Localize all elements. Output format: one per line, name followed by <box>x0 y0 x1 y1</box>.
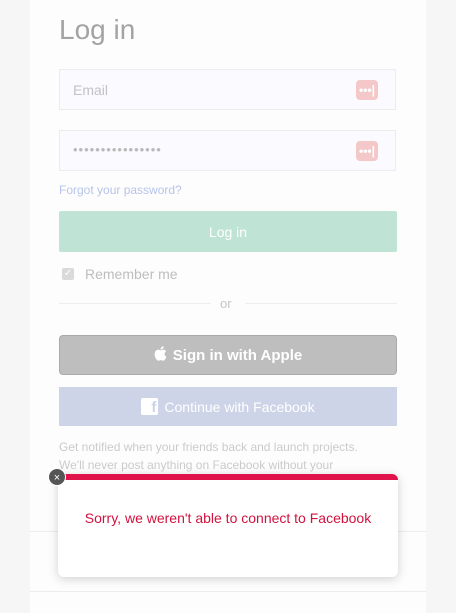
facebook-notice: Get notified when your friends back and … <box>59 438 399 474</box>
sign-in-with-apple-button[interactable]: Sign in with Apple <box>59 335 397 375</box>
page-title: Log in <box>59 14 136 45</box>
toast-message: Sorry, we weren't able to connect to Fac… <box>84 510 372 526</box>
password-manager-icon[interactable]: •••| <box>356 141 378 161</box>
password-manager-icon[interactable]: •••| <box>356 80 378 100</box>
error-toast: Sorry, we weren't able to connect to Fac… <box>58 474 398 577</box>
toast-accent-bar <box>58 474 398 480</box>
forgot-password-link[interactable]: Forgot your password? <box>59 183 182 197</box>
notice-line-1: Get notified when your friends back and … <box>59 440 358 454</box>
login-button[interactable]: Log in <box>59 211 397 252</box>
password-field[interactable]: •••••••••••••••• •••| <box>59 130 396 171</box>
remember-me-label: Remember me <box>85 266 178 282</box>
close-icon[interactable]: × <box>48 468 66 486</box>
remember-me-checkbox[interactable]: ✓ <box>62 268 74 280</box>
apple-button-label: Sign in with Apple <box>172 346 303 364</box>
notice-line-2: We'll never post anything on Facebook wi… <box>59 458 334 472</box>
card-divider-bottom <box>30 591 426 592</box>
email-field[interactable]: Email •••| <box>59 69 396 110</box>
or-divider-right <box>245 303 397 304</box>
facebook-icon: f <box>141 398 159 416</box>
or-separator: or <box>220 296 232 311</box>
facebook-button-label: Continue with Facebook <box>164 398 315 415</box>
remember-me[interactable]: ✓ Remember me <box>62 266 178 282</box>
password-mask: •••••••••••••••• <box>73 142 162 157</box>
or-divider-left <box>59 303 211 304</box>
continue-with-facebook-button[interactable]: f Continue with Facebook <box>59 387 397 426</box>
email-placeholder: Email <box>73 82 109 98</box>
apple-icon <box>154 346 167 364</box>
